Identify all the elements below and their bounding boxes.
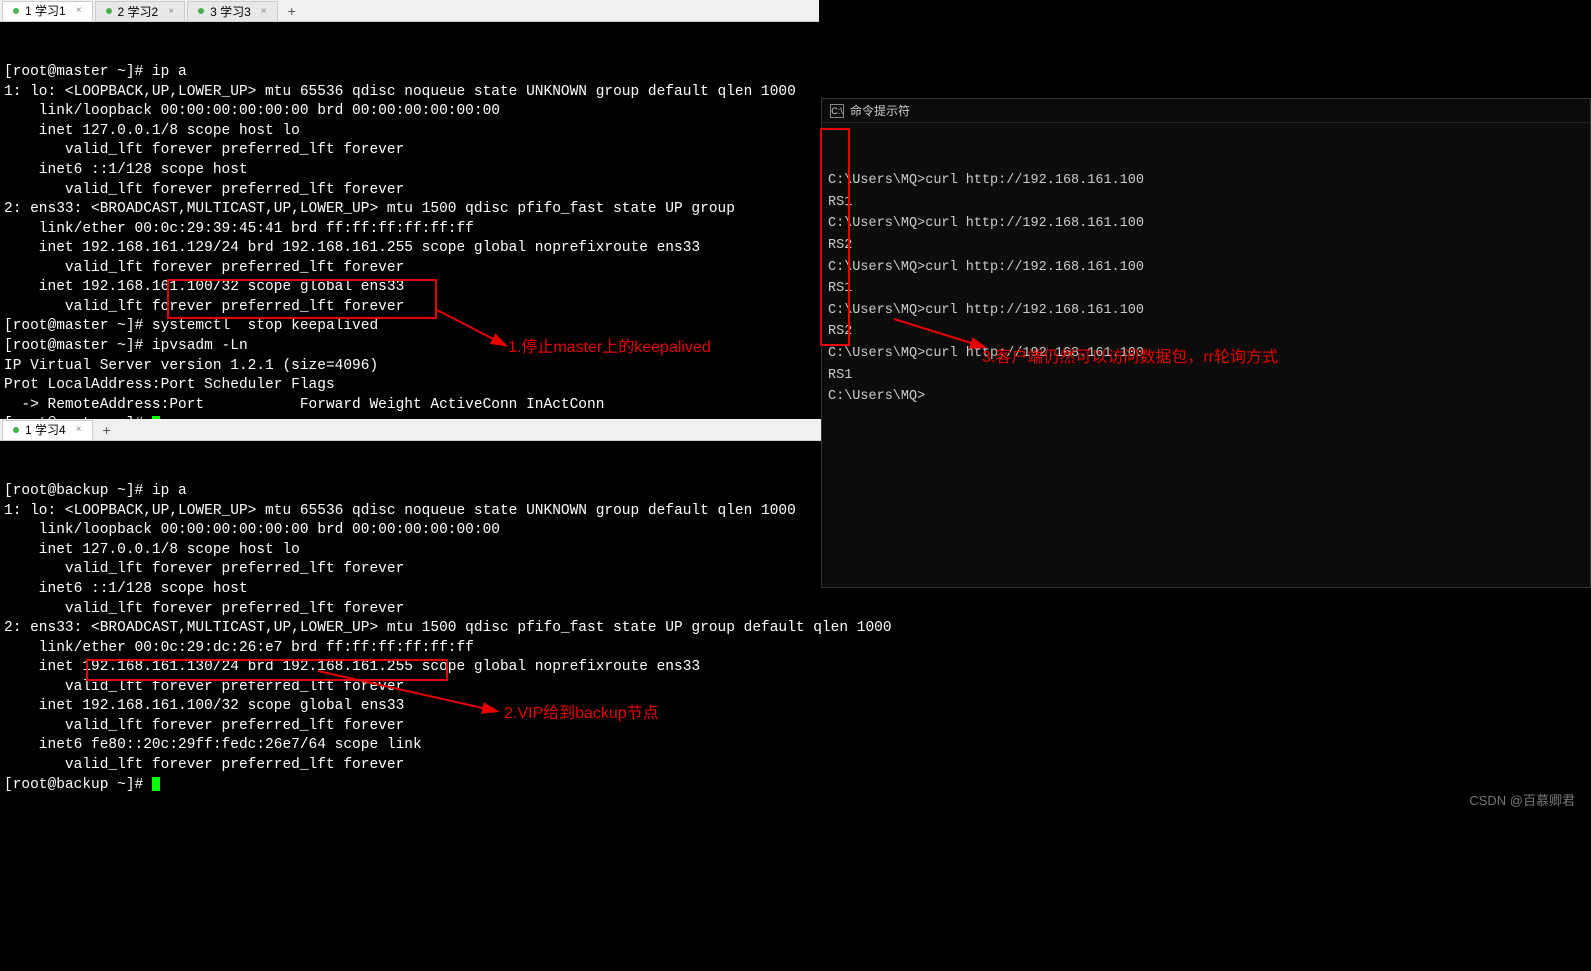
dot-icon [13,427,19,433]
cmd-body[interactable]: C:\Users\MQ>curl http://192.168.161.100R… [822,123,1590,606]
master-terminal-pane: 1 学习1 × 2 学习2 × 3 学习3 × + [root@master ~… [0,0,819,417]
tab-add-button[interactable]: + [93,420,121,440]
cmd-title-bar[interactable]: C:\ 命令提示符 [822,99,1590,123]
close-icon[interactable]: × [261,6,267,17]
tab-label: 3 学习3 [210,3,251,20]
dot-icon [198,8,204,14]
tab-study-1[interactable]: 1 学习1 × [2,1,93,21]
tab-study-4[interactable]: 1 学习4 × [2,420,93,440]
dot-icon [13,8,19,14]
master-lines: [root@master ~]# ip a1: lo: <LOOPBACK,UP… [4,63,815,435]
tab-label: 1 学习1 [25,2,66,19]
cmd-lines: C:\Users\MQ>curl http://192.168.161.100R… [828,170,1584,408]
tab-label: 1 学习4 [25,421,66,438]
close-icon[interactable]: × [76,424,82,435]
tab-label: 2 学习2 [118,3,159,20]
cmd-window[interactable]: C:\ 命令提示符 C:\Users\MQ>curl http://192.16… [821,98,1591,588]
cmd-title: 命令提示符 [850,102,910,119]
tab-study-2[interactable]: 2 学习2 × [95,1,186,21]
cmd-icon: C:\ [830,104,844,118]
close-icon[interactable]: × [168,6,174,17]
watermark: CSDN @百慕卿君 [1463,788,1581,811]
tab-bar-top: 1 学习1 × 2 学习2 × 3 学习3 × + [0,0,819,22]
tab-study-3[interactable]: 3 学习3 × [187,1,278,21]
master-terminal-output[interactable]: [root@master ~]# ip a1: lo: <LOOPBACK,UP… [0,22,819,417]
tab-add-button[interactable]: + [278,1,306,21]
close-icon[interactable]: × [76,5,82,16]
dot-icon [106,8,112,14]
